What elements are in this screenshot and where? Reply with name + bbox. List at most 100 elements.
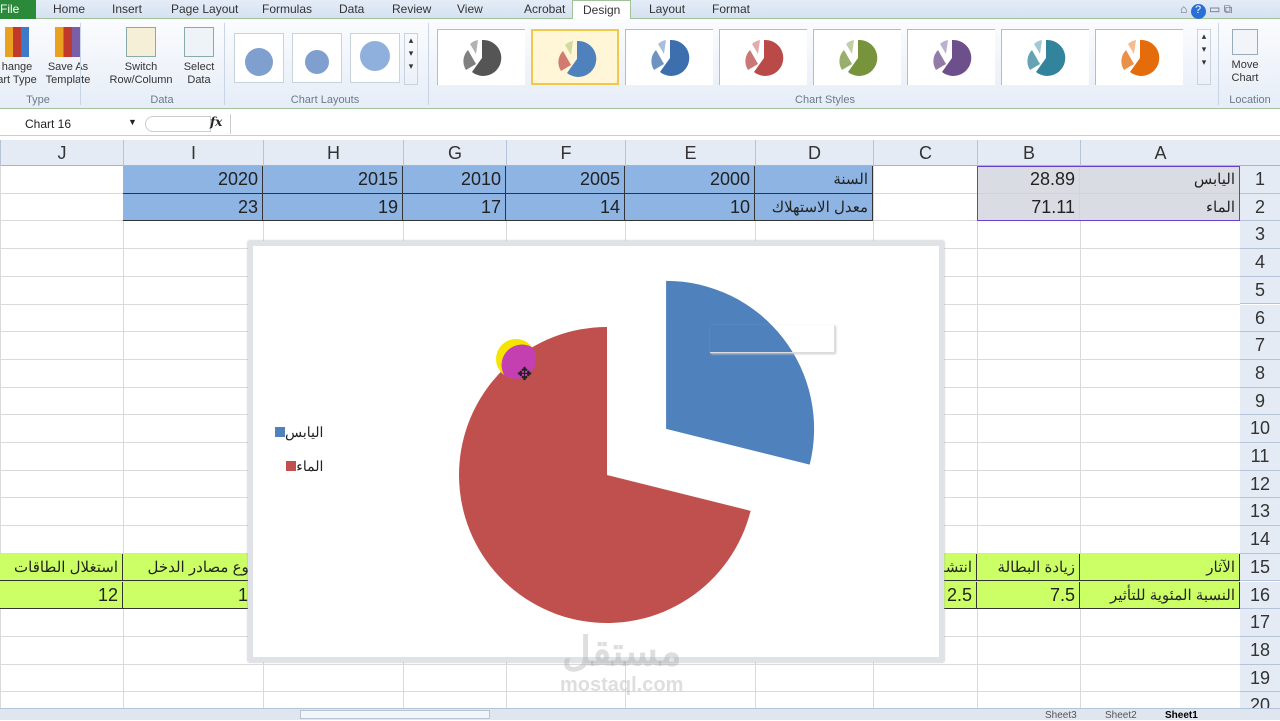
- column-header-F[interactable]: F: [506, 140, 625, 166]
- row-header-9[interactable]: 9: [1240, 387, 1280, 416]
- tab-design[interactable]: Design: [572, 0, 632, 20]
- cell-E2[interactable]: 10: [625, 193, 755, 222]
- cell-G1[interactable]: 2010: [403, 166, 506, 194]
- row-header-14[interactable]: 14: [1240, 526, 1280, 554]
- chart-area[interactable]: اليابس الماء ✥: [248, 241, 944, 662]
- cell-D1[interactable]: السنة: [755, 166, 873, 194]
- cell-B15[interactable]: زيادة البطالة: [977, 553, 1080, 582]
- sheet-tab-sheet3[interactable]: Sheet3: [1045, 710, 1077, 721]
- source-range-highlight: [977, 166, 1240, 222]
- column-header-A[interactable]: A: [1080, 140, 1240, 166]
- tab-layout[interactable]: Layout: [649, 2, 685, 16]
- sheet-tab-sheet2[interactable]: Sheet2: [1105, 710, 1137, 721]
- tab-acrobat[interactable]: Acrobat: [524, 2, 565, 16]
- chart-layout-3[interactable]: [350, 33, 400, 83]
- chart-layouts-group-label: Chart Layouts: [290, 94, 360, 106]
- legend-item[interactable]: اليابس: [273, 424, 323, 458]
- tab-home[interactable]: Home: [53, 2, 85, 16]
- column-header-H[interactable]: H: [263, 140, 403, 166]
- cell-E1[interactable]: 2000: [625, 166, 755, 194]
- chart-style-8[interactable]: [1095, 29, 1183, 85]
- column-header-J[interactable]: J: [0, 140, 123, 166]
- row-header-3[interactable]: 3: [1240, 221, 1280, 250]
- row-header-13[interactable]: 13: [1240, 498, 1280, 527]
- row-header-18[interactable]: 18: [1240, 636, 1280, 665]
- pie-slice-0[interactable]: [666, 280, 815, 465]
- row-header-15[interactable]: 15: [1240, 553, 1280, 582]
- row-header-1[interactable]: 1: [1240, 166, 1280, 194]
- cell-F2[interactable]: 14: [506, 193, 625, 222]
- row-header-8[interactable]: 8: [1240, 359, 1280, 388]
- pie-style-icon: [1027, 39, 1066, 76]
- row-header-7[interactable]: 7: [1240, 332, 1280, 360]
- save-as-template-button[interactable]: Save As Template: [44, 27, 92, 87]
- cell-J16[interactable]: 12: [0, 581, 123, 610]
- name-box[interactable]: Chart 16 ▼: [0, 114, 140, 134]
- chart-style-4[interactable]: [719, 29, 807, 85]
- formula-input[interactable]: [230, 114, 1275, 134]
- chart-style-3[interactable]: [625, 29, 713, 85]
- chart-style-5[interactable]: [813, 29, 901, 85]
- tab-page-layout[interactable]: Page Layout: [171, 2, 238, 16]
- chart-style-2[interactable]: [531, 29, 619, 85]
- row-header-11[interactable]: 11: [1240, 443, 1280, 471]
- row-header-10[interactable]: 10: [1240, 415, 1280, 443]
- layouts-more-button[interactable]: ▴ ▾ ▾: [404, 33, 418, 85]
- select-data-button[interactable]: Select Data: [180, 27, 218, 87]
- row-header-2[interactable]: 2: [1240, 193, 1280, 222]
- column-header-D[interactable]: D: [755, 140, 873, 166]
- row-header-17[interactable]: 17: [1240, 609, 1280, 637]
- tab-insert[interactable]: Insert: [112, 2, 142, 16]
- cell-A15[interactable]: الآثار: [1080, 553, 1240, 582]
- tab-view[interactable]: View: [457, 2, 483, 16]
- cell-I2[interactable]: 23: [123, 193, 263, 222]
- cell-D2[interactable]: معدل الاستهلاك: [755, 193, 873, 222]
- chart-style-1[interactable]: [437, 29, 525, 85]
- tab-data[interactable]: Data: [339, 2, 364, 16]
- chart-legend[interactable]: اليابس الماء: [273, 424, 323, 492]
- help-icon[interactable]: ?: [1190, 4, 1206, 19]
- row-header-19[interactable]: 19: [1240, 664, 1280, 693]
- cell-F1[interactable]: 2005: [506, 166, 625, 194]
- column-header-B[interactable]: B: [977, 140, 1080, 166]
- switch-row-column-button[interactable]: Switch Row/Column: [104, 27, 178, 87]
- row-header-16[interactable]: 16: [1240, 581, 1280, 610]
- chart-layout-2[interactable]: [292, 33, 342, 83]
- minimize-ribbon-icon[interactable]: ⌂: [1180, 2, 1187, 16]
- cell-G2[interactable]: 17: [403, 193, 506, 222]
- tab-format[interactable]: Format: [712, 2, 750, 16]
- column-header-C[interactable]: C: [873, 140, 977, 166]
- row-header-5[interactable]: 5: [1240, 276, 1280, 305]
- cell-A16[interactable]: النسبة المئوية للتأثير: [1080, 581, 1240, 610]
- cell-J15[interactable]: استغلال الطاقات: [0, 553, 123, 582]
- styles-more-button[interactable]: ▴ ▾ ▾: [1197, 29, 1211, 85]
- ribbon-tabs: File Home Insert Page Layout Formulas Data Rev…: [0, 0, 1280, 20]
- cell-I16[interactable]: 14: [123, 581, 263, 610]
- legend-item[interactable]: الماء: [273, 458, 323, 492]
- name-box-dropdown-icon[interactable]: ▼: [128, 117, 137, 127]
- restore-window-icon[interactable]: ⧉: [1224, 2, 1233, 16]
- row-header-12[interactable]: 12: [1240, 470, 1280, 499]
- column-header-I[interactable]: I: [123, 140, 263, 166]
- cell-H2[interactable]: 19: [263, 193, 403, 222]
- fx-icon[interactable]: fx: [210, 115, 222, 129]
- row-header-6[interactable]: 6: [1240, 304, 1280, 333]
- chart-style-7[interactable]: [1001, 29, 1089, 85]
- move-chart-button[interactable]: Move Chart: [1222, 29, 1268, 85]
- chart-style-6[interactable]: [907, 29, 995, 85]
- chart-layout-1[interactable]: [234, 33, 284, 83]
- minimize-window-icon[interactable]: ▭: [1209, 2, 1220, 16]
- row-header-4[interactable]: 4: [1240, 249, 1280, 277]
- cell-I15[interactable]: تنوع مصادر الدخل: [123, 553, 263, 582]
- column-header-E[interactable]: E: [625, 140, 755, 166]
- tab-formulas[interactable]: Formulas: [262, 2, 312, 16]
- cell-H1[interactable]: 2015: [263, 166, 403, 194]
- change-chart-type-button[interactable]: hange art Type: [0, 27, 38, 87]
- horizontal-scrollbar[interactable]: [300, 710, 490, 719]
- tab-file[interactable]: File: [0, 0, 36, 19]
- cell-B16[interactable]: 7.5: [977, 581, 1080, 610]
- tab-review[interactable]: Review: [392, 2, 431, 16]
- cell-I1[interactable]: 2020: [123, 166, 263, 194]
- sheet-tab-sheet1[interactable]: Sheet1: [1165, 710, 1198, 721]
- column-header-G[interactable]: G: [403, 140, 506, 166]
